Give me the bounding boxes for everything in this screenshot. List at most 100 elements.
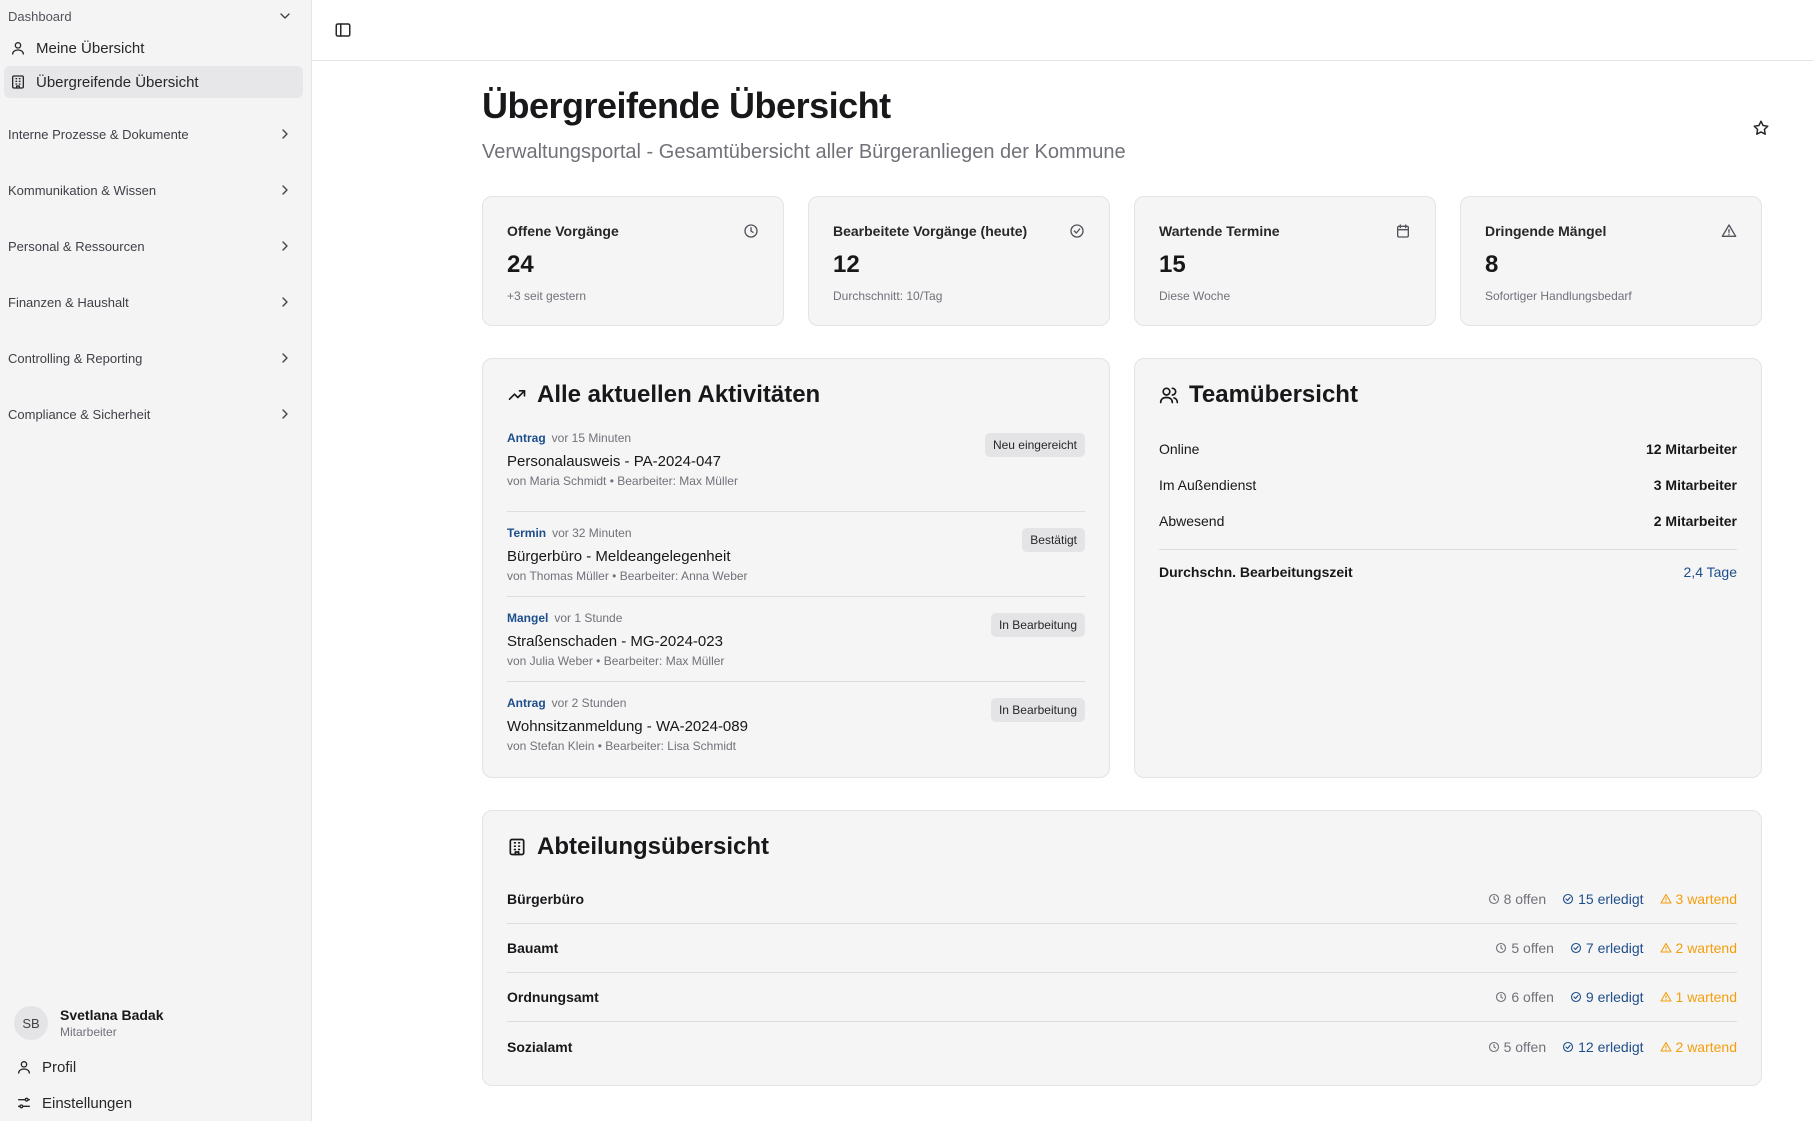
chevron-right-icon (282, 353, 288, 363)
departments-title-text: Abteilungsübersicht (537, 833, 770, 860)
done-count: 15 erledigt (1578, 891, 1644, 907)
chevron-right-icon (282, 185, 288, 195)
stat-label: Wartende Termine (1159, 223, 1280, 239)
check-circle-icon (1070, 224, 1084, 238)
open-count: 5 offen (1511, 940, 1554, 956)
profile-label: Profil (42, 1058, 77, 1076)
departments-card: Abteilungsübersicht Bürgerbüro 8 offen 1… (482, 810, 1762, 1086)
activity-time: vor 2 Stunden (551, 696, 627, 710)
activities-title: Alle aktuellen Aktivitäten (507, 381, 1085, 409)
team-avg-label: Durchschn. Bearbeitungszeit (1159, 564, 1353, 580)
topbar (312, 0, 1813, 61)
user-menu[interactable]: SB Svetlana Badak Mitarbeiter (0, 997, 311, 1049)
team-title-text: Teamübersicht (1189, 381, 1358, 408)
department-row[interactable]: Ordnungsamt 6 offen 9 erledigt 1 wartend (507, 973, 1737, 1022)
team-avg-row: Durchschn. Bearbeitungszeit 2,4 Tage (1159, 564, 1737, 580)
clock-icon (1496, 991, 1507, 1003)
alert-triangle-icon (1659, 893, 1672, 904)
stat-card-wartende-termine: Wartende Termine 15 Diese Woche (1134, 196, 1436, 326)
main-content: Übergreifende Übersicht Verwaltungsporta… (312, 0, 1813, 1121)
wait-count: 3 wartend (1675, 891, 1737, 907)
status-badge: Bestätigt (1022, 528, 1085, 552)
sidebar-section-kommunikation[interactable]: Kommunikation & Wissen (0, 162, 311, 218)
activity-item[interactable]: Antrag vor 2 Stunden Wohnsitzanmeldung - … (507, 682, 1085, 767)
done-count: 12 erledigt (1578, 1038, 1644, 1055)
team-row: Online 12 Mitarbeiter (1159, 431, 1737, 467)
sidebar-section-personal[interactable]: Personal & Ressourcen (0, 218, 311, 274)
sidebar-group-dashboard[interactable]: Dashboard (0, 0, 311, 30)
sidebar-section-controlling[interactable]: Controlling & Reporting (0, 330, 311, 386)
activity-time: vor 15 Minuten (551, 431, 632, 445)
building-icon (509, 838, 525, 856)
stat-value: 24 (507, 251, 534, 278)
department-open: 5 offen (1495, 940, 1554, 956)
alert-triangle-icon (1659, 1041, 1672, 1052)
open-count: 6 offen (1511, 989, 1554, 1005)
chevron-right-icon (282, 241, 288, 251)
sidebar-toggle-icon[interactable] (334, 21, 352, 39)
stat-label: Bearbeitete Vorgänge (heute) (833, 223, 1028, 239)
open-count: 5 offen (1503, 1038, 1547, 1055)
sidebar-section-finanzen[interactable]: Finanzen & Haushalt (0, 274, 311, 330)
department-open: 6 offen (1495, 989, 1554, 1005)
chevron-right-icon (282, 129, 288, 139)
department-open: 8 offen (1488, 891, 1547, 907)
users-icon (1159, 387, 1179, 404)
department-wait: 2 wartend (1659, 940, 1737, 956)
open-count: 8 offen (1503, 891, 1547, 907)
team-avg-value: 2,4 Tage (1683, 564, 1737, 580)
stat-sub: Diese Woche (1159, 289, 1231, 303)
user-icon (12, 42, 24, 55)
clock-icon (1488, 893, 1499, 905)
team-row-value: 12 Mitarbeiter (1645, 441, 1737, 457)
activity-time: vor 1 Stunde (554, 611, 623, 625)
team-row-value: 3 Mitarbeiter (1653, 477, 1737, 493)
star-icon[interactable] (1752, 119, 1770, 137)
profile-link[interactable]: Profil (0, 1049, 311, 1085)
avatar: SB (14, 1006, 48, 1040)
sidebar-section-label: Compliance & Sicherheit (8, 406, 151, 422)
done-count: 9 erledigt (1585, 989, 1644, 1005)
check-circle-icon (1563, 1041, 1574, 1052)
sidebar-section-interne-prozesse[interactable]: Interne Prozesse & Dokumente (0, 106, 311, 162)
sidebar-item-meine-uebersicht[interactable]: Meine Übersicht (4, 32, 303, 64)
status-badge: In Bearbeitung (990, 613, 1085, 637)
department-row[interactable]: Bürgerbüro 8 offen 15 erledigt 3 wartend (507, 875, 1737, 924)
stat-label: Dringende Mängel (1485, 223, 1607, 239)
department-open: 5 offen (1488, 1038, 1547, 1055)
activities-title-text: Alle aktuellen Aktivitäten (537, 381, 821, 408)
sidebar-item-label: Übergreifende Übersicht (36, 73, 199, 91)
sidebar-group-label: Dashboard (8, 8, 72, 24)
alert-triangle-icon (1659, 991, 1672, 1002)
department-row[interactable]: Sozialamt 5 offen 12 erledigt 2 wartend (507, 1022, 1737, 1071)
user-role: Mitarbeiter (60, 1025, 117, 1039)
activity-type: Antrag (507, 431, 546, 445)
settings-label: Einstellungen (42, 1094, 133, 1112)
sidebar-section-label: Finanzen & Haushalt (8, 294, 129, 310)
page-subtitle: Verwaltungsportal - Gesamtübersicht alle… (482, 141, 1126, 163)
activity-by: von Thomas Müller • Bearbeiter: Anna Web… (507, 569, 748, 583)
check-circle-icon (1570, 942, 1581, 954)
team-title: Teamübersicht (1159, 381, 1737, 409)
alert-triangle-icon (1721, 224, 1737, 237)
chevron-right-icon (282, 409, 288, 419)
done-count: 7 erledigt (1585, 940, 1644, 956)
sliders-icon (18, 1097, 30, 1109)
department-done: 9 erledigt (1570, 989, 1644, 1005)
wait-count: 1 wartend (1675, 989, 1737, 1005)
stats-row: Offene Vorgänge 24 +3 seit gestern Bearb… (482, 196, 1762, 326)
page-title: Übergreifende Übersicht (482, 85, 891, 126)
activity-item[interactable]: Termin vor 32 Minuten Bürgerbüro - Meldea… (507, 512, 1085, 597)
status-badge: Neu eingereicht (984, 433, 1085, 457)
activity-item[interactable]: Mangel vor 1 Stunde Straßenschaden - MG-2… (507, 597, 1085, 682)
chevron-down-icon (280, 13, 290, 19)
wait-count: 2 wartend (1675, 940, 1737, 956)
activity-type: Mangel (507, 611, 549, 625)
sidebar-section-compliance[interactable]: Compliance & Sicherheit (0, 386, 311, 442)
sidebar-item-uebergreifende-uebersicht[interactable]: Übergreifende Übersicht (4, 66, 303, 98)
department-row[interactable]: Bauamt 5 offen 7 erledigt 2 wartend (507, 924, 1737, 973)
settings-link[interactable]: Einstellungen (0, 1085, 311, 1121)
activity-item[interactable]: Antrag vor 15 Minuten Personalausweis - P… (507, 427, 1085, 512)
divider (1159, 549, 1737, 550)
clock-icon (744, 224, 758, 238)
